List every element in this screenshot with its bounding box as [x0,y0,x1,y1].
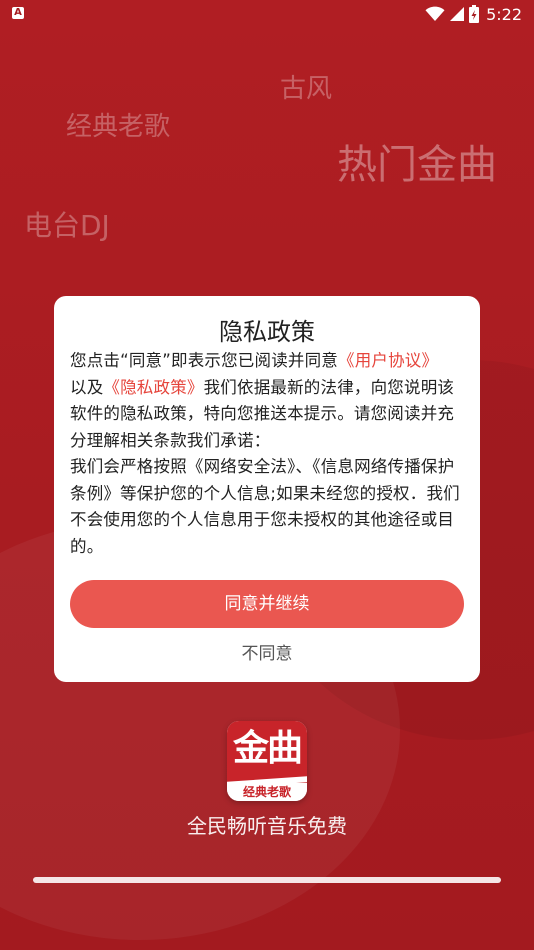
tag-gufeng: 古风 [280,74,333,104]
disagree-button[interactable]: 不同意 [217,640,317,668]
tag-diantai: 电台DJ [24,209,110,242]
status-time: 5:22 [486,4,522,24]
loading-progress-fill [33,877,501,883]
app-slogan: 全民畅听音乐免费 [187,814,347,838]
dialog-body: 您点击“同意”即表示您已阅读并同意《用户协议》 以及《隐私政策》我们依据最新的法律… [70,348,464,560]
tag-jingdian: 经典老歌 [66,112,171,142]
dialog-title: 隐私政策 [219,318,315,346]
tag-remen: 热门金曲 [337,142,497,188]
privacy-policy-link[interactable]: 《隐私政策》 [103,378,203,397]
wifi-icon [425,6,445,21]
logo-subtitle: 经典老歌 [227,783,307,801]
app-logo: 金曲 经典老歌 [227,721,307,801]
loading-progress [33,877,501,883]
signal-icon [450,7,465,21]
status-icons: 5:22 [425,4,522,24]
notification-app-icon: A [12,7,24,19]
dialog-text: 您点击“同意”即表示您已阅读并同意 [70,351,338,370]
dialog-text: 以及 [70,377,104,397]
logo-title: 金曲 [227,721,307,783]
dialog-text: 我们会严格按照《网络安全法》、《信息网络传播保护条例》等保护您的个人信息;如果未… [70,457,460,556]
user-agreement-link[interactable]: 《用户协议》 [338,351,438,370]
status-bar: A 5:22 [0,0,534,28]
privacy-dialog: 隐私政策 您点击“同意”即表示您已阅读并同意《用户协议》 以及《隐私政策》我们依据… [54,296,480,682]
battery-icon [469,5,480,23]
agree-button[interactable]: 同意并继续 [70,580,464,628]
